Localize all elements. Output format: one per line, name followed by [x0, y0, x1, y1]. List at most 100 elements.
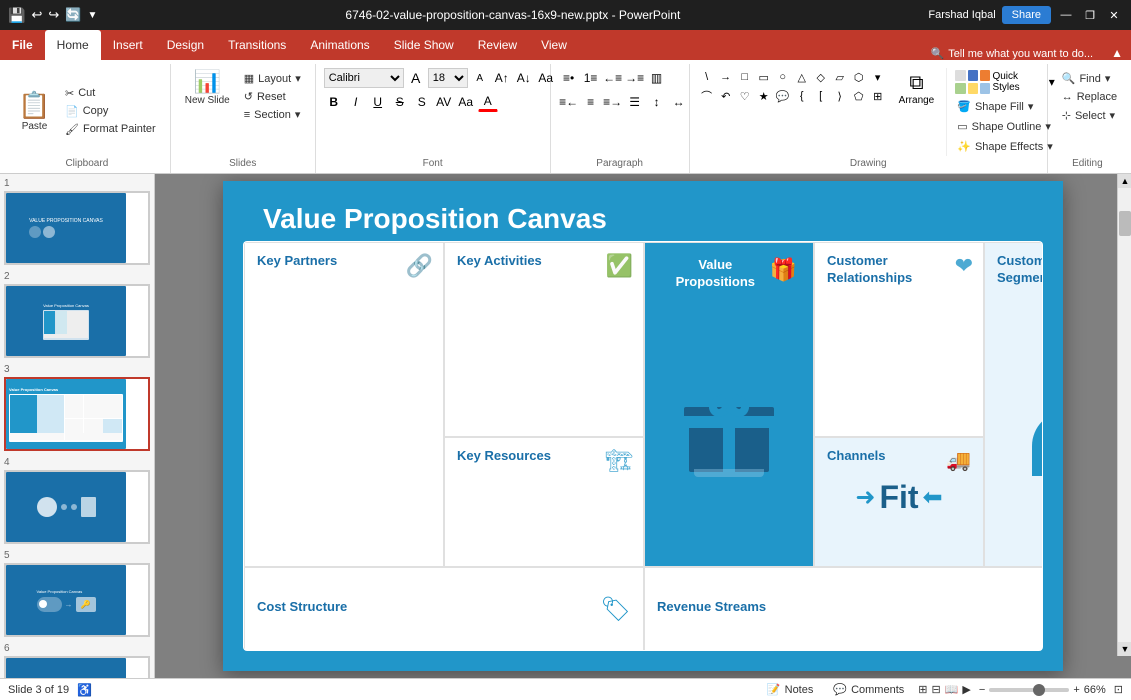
- bold-button[interactable]: B: [324, 92, 344, 112]
- italic-button[interactable]: I: [346, 92, 366, 112]
- customize-icon[interactable]: ▼: [87, 10, 97, 21]
- restore-button[interactable]: ❐: [1081, 6, 1099, 24]
- line-spacing-btn[interactable]: ↕: [647, 92, 667, 112]
- scroll-up-btn[interactable]: ▲: [1118, 174, 1131, 188]
- font-family-select[interactable]: Calibri: [324, 68, 404, 88]
- slide-canvas[interactable]: Value Proposition Canvas Key Partners 🔗 …: [223, 181, 1063, 671]
- copy-button[interactable]: 📄Copy: [59, 103, 162, 120]
- align-right-btn[interactable]: ≡→: [603, 92, 623, 112]
- shape-rect[interactable]: □: [736, 68, 754, 86]
- tell-me[interactable]: 🔍 Tell me what you want to do...: [920, 47, 1103, 60]
- shape-star[interactable]: ★: [755, 87, 773, 105]
- fit-slide-btn[interactable]: ⊡: [1114, 683, 1123, 696]
- tab-view[interactable]: View: [529, 30, 579, 60]
- slide-thumb-3[interactable]: 3 Value Proposition Canvas: [4, 364, 150, 451]
- shape-callout[interactable]: 💬: [774, 87, 792, 105]
- zoom-out-btn[interactable]: −: [979, 684, 985, 696]
- slide-preview-2[interactable]: Value Proposition Canvas: [4, 284, 150, 358]
- replay-icon[interactable]: 🔄: [65, 7, 81, 23]
- char-spacing-btn[interactable]: AV: [434, 92, 454, 112]
- slide-preview-5[interactable]: Value Proposition Canvas → 🔑: [4, 563, 150, 637]
- tab-insert[interactable]: Insert: [101, 30, 155, 60]
- align-left-btn[interactable]: ≡←: [559, 92, 579, 112]
- shape-fill-button[interactable]: 🪣Shape Fill▾: [951, 97, 1059, 116]
- shape-arrow[interactable]: →: [717, 68, 735, 86]
- font-size-increase-btn[interactable]: A↑: [492, 68, 512, 88]
- ribbon-collapse-icon[interactable]: ▲: [1103, 46, 1131, 60]
- find-button[interactable]: 🔍Find▾: [1056, 70, 1123, 87]
- shadow-button[interactable]: S: [412, 92, 432, 112]
- cut-button[interactable]: ✂Cut: [59, 85, 162, 102]
- tab-home[interactable]: Home: [45, 30, 101, 60]
- align-center-btn[interactable]: ≡: [581, 92, 601, 112]
- undo-icon[interactable]: ↩: [31, 7, 42, 23]
- numbering-btn[interactable]: 1≡: [581, 68, 601, 88]
- font-size-select[interactable]: 18: [428, 68, 468, 88]
- font-size-decrease-btn[interactable]: A↓: [514, 68, 534, 88]
- slide-preview-3[interactable]: Value Proposition Canvas: [4, 377, 150, 451]
- increase-indent-btn[interactable]: →≡: [625, 68, 645, 88]
- shape-bent-arrow[interactable]: ↶: [717, 87, 735, 105]
- slide-thumb-2[interactable]: 2 Value Proposition Canvas: [4, 271, 150, 358]
- layout-button[interactable]: ▦Layout▾: [238, 70, 307, 87]
- tab-review[interactable]: Review: [466, 30, 529, 60]
- slide-thumb-6[interactable]: 6 Value Proposition Canvas → 👤: [4, 643, 150, 678]
- slide-sorter-icon[interactable]: ⊟: [931, 683, 940, 696]
- redo-icon[interactable]: ↪: [48, 7, 59, 23]
- strikethrough-button[interactable]: S: [390, 92, 410, 112]
- tab-design[interactable]: Design: [155, 30, 216, 60]
- bullets-btn[interactable]: ≡•: [559, 68, 579, 88]
- shape-triangle[interactable]: △: [793, 68, 811, 86]
- paste-button[interactable]: 📋 Paste: [12, 66, 57, 156]
- format-painter-button[interactable]: 🖌Format Painter: [59, 121, 162, 138]
- zoom-slider-thumb[interactable]: [1033, 684, 1045, 696]
- select-button[interactable]: ⊹Select▾: [1056, 107, 1123, 124]
- notes-button[interactable]: 📝 Notes: [761, 681, 819, 698]
- shape-parallelogram[interactable]: ▱: [831, 68, 849, 86]
- zoom-slider[interactable]: [989, 688, 1069, 692]
- shape-effects-button[interactable]: ✨Shape Effects▾: [951, 137, 1059, 156]
- minimize-button[interactable]: —: [1057, 6, 1075, 24]
- text-direction-btn[interactable]: ↔: [669, 92, 689, 112]
- tab-slideshow[interactable]: Slide Show: [382, 30, 466, 60]
- section-button[interactable]: ≡Section▾: [238, 106, 307, 123]
- replace-button[interactable]: ↔Replace: [1056, 89, 1123, 105]
- slide-thumb-1[interactable]: 1 VALUE PROPOSITION CANVAS: [4, 178, 150, 265]
- tab-transitions[interactable]: Transitions: [216, 30, 298, 60]
- shape-trapezoid[interactable]: ⬡: [850, 68, 868, 86]
- columns-btn[interactable]: ▥: [647, 68, 667, 88]
- justify-btn[interactable]: ☰: [625, 92, 645, 112]
- reading-view-icon[interactable]: 📖: [945, 683, 959, 696]
- reset-button[interactable]: ↺Reset: [238, 88, 307, 105]
- slide-preview-6[interactable]: Value Proposition Canvas → 👤: [4, 656, 150, 678]
- decrease-indent-btn[interactable]: ←≡: [603, 68, 623, 88]
- font-size-decrease[interactable]: A: [406, 68, 426, 88]
- shape-more[interactable]: ▾: [869, 68, 887, 86]
- font-color-btn[interactable]: A: [478, 92, 498, 112]
- shape-chevron[interactable]: ⟩: [831, 87, 849, 105]
- new-slide-button[interactable]: 📊 New Slide: [179, 66, 236, 109]
- shape-outline-button[interactable]: ▭Shape Outline▾: [951, 117, 1059, 136]
- shape-heart[interactable]: ♡: [736, 87, 754, 105]
- shape-expand[interactable]: ⊞: [869, 87, 887, 105]
- shape-bracket[interactable]: [: [812, 87, 830, 105]
- tab-file[interactable]: File: [0, 30, 45, 60]
- shape-circle[interactable]: ○: [774, 68, 792, 86]
- share-button[interactable]: Share: [1002, 6, 1051, 24]
- change-case-btn[interactable]: Aa: [456, 92, 476, 112]
- scroll-thumb[interactable]: [1119, 211, 1131, 236]
- save-icon[interactable]: 💾: [8, 7, 25, 24]
- arrange-button[interactable]: ⧉ Arrange: [891, 68, 943, 110]
- shape-curve[interactable]: ⌒: [698, 87, 716, 105]
- shape-diamond[interactable]: ◇: [812, 68, 830, 86]
- slide-preview-1[interactable]: VALUE PROPOSITION CANVAS: [4, 191, 150, 265]
- underline-button[interactable]: U: [368, 92, 388, 112]
- slide-preview-4[interactable]: [4, 470, 150, 544]
- close-button[interactable]: ✕: [1105, 6, 1123, 24]
- slide-thumb-5[interactable]: 5 Value Proposition Canvas → 🔑: [4, 550, 150, 637]
- normal-view-icon[interactable]: ⊞: [918, 683, 927, 696]
- scroll-down-btn[interactable]: ▼: [1118, 642, 1131, 656]
- accessibility-icon[interactable]: ♿: [77, 683, 92, 697]
- tab-animations[interactable]: Animations: [298, 30, 381, 60]
- shape-line[interactable]: \: [698, 68, 716, 86]
